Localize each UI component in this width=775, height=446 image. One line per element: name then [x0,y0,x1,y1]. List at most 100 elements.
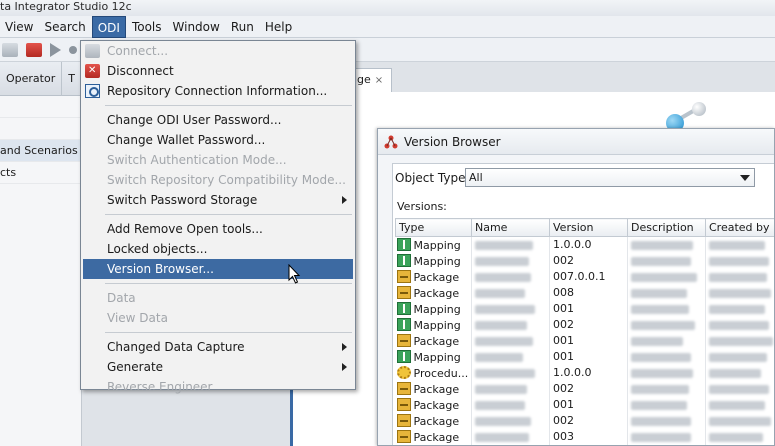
menu-separator [105,283,352,284]
menu-item-add-remove-open-tools[interactable]: Add Remove Open tools... [81,219,355,239]
table-row[interactable]: Package 003 [395,428,774,445]
table-row[interactable]: Mapping 001 [395,300,774,317]
cell-version: 002 [549,252,628,269]
menu-item-view-data: View Data [81,308,355,328]
object-type-value: All [469,171,483,184]
menu-item-label: View Data [107,311,168,325]
window-title: ta Integrator Studio 12c [0,0,132,13]
object-type-select[interactable]: All [465,168,755,187]
connect-toolbar-icon[interactable] [2,42,18,57]
version-value: 001 [553,350,574,363]
disconnect-toolbar-icon[interactable] [26,42,42,57]
table-row[interactable]: Mapping 001 [395,348,774,365]
navigator-tabs: Operator T [0,61,82,96]
navigator-row-load-plans[interactable]: and Scenarios [0,140,81,162]
menu-item-switch-authentication-mode: Switch Authentication Mode... [81,150,355,170]
column-created-by[interactable]: Created by [705,218,774,237]
navigator-row[interactable] [0,118,81,140]
version-value: 1.0.0.0 [553,366,592,379]
table-row[interactable]: Mapping 1.0.0.0 [395,236,774,253]
table-row[interactable]: Mapping 002 [395,316,774,333]
menu-item-label: Switch Repository Compatibility Mode... [107,173,346,187]
cell-name [471,364,550,381]
version-value: 001 [553,398,574,411]
menu-item-changed-data-capture[interactable]: Changed Data Capture [81,337,355,357]
redacted-description [631,320,695,330]
table-row[interactable]: Package 007.0.0.1 [395,268,774,285]
menu-item-change-odi-user-password[interactable]: Change ODI User Password... [81,110,355,130]
run-icon[interactable] [50,42,61,57]
mapping-icon [396,317,411,331]
menu-item-generate[interactable]: Generate [81,357,355,377]
cell-version: 003 [549,428,628,445]
menu-item-label: Change ODI User Password... [107,113,282,127]
redacted-author [709,272,767,282]
cell-created-by [705,316,774,333]
cell-description [627,348,706,365]
cell-created-by [705,348,774,365]
document-tab[interactable]: ge × [352,68,392,92]
column-type[interactable]: Type [395,218,472,237]
cell-description [627,316,706,333]
redacted-description [631,272,697,282]
dialog-body: Object Type: All Versions: Type Name Ver… [392,163,774,445]
cell-version: 002 [549,380,628,397]
column-description[interactable]: Description [627,218,706,237]
menu-odi[interactable]: ODI [91,15,126,38]
table-row[interactable]: Procedu... 1.0.0.0 [395,364,774,381]
menu-item-repository-connection-information[interactable]: Repository Connection Information... [81,81,355,101]
menu-item-label: Switch Password Storage [107,193,258,207]
mapping-icon [396,349,411,363]
column-name[interactable]: Name [471,218,550,237]
cell-type: Package [395,428,472,445]
close-tab-icon[interactable]: × [375,75,383,86]
menu-item-version-browser[interactable]: Version Browser... [83,259,353,279]
table-row[interactable]: Package 002 [395,412,774,429]
navigator-row[interactable] [0,96,81,118]
version-value: 003 [553,430,574,443]
cell-created-by [705,284,774,301]
navigator-row-objects[interactable]: cts [0,162,81,184]
cell-type: Mapping [395,348,472,365]
menu-view[interactable]: View [0,16,38,38]
menu-item-change-wallet-password[interactable]: Change Wallet Password... [81,130,355,150]
tab-operator[interactable]: Operator [0,61,63,96]
menu-window[interactable]: Window [168,16,225,38]
table-row[interactable]: Mapping 002 [395,252,774,269]
cell-description [627,236,706,253]
redacted-name [475,272,531,282]
type-label: Package [413,398,460,412]
redacted-name [475,368,535,378]
mapping-icon [396,237,411,251]
redacted-author [709,288,771,298]
redacted-name [475,336,533,346]
version-value: 002 [553,414,574,427]
menu-item-locked-objects[interactable]: Locked objects... [81,239,355,259]
cell-name [471,236,550,253]
cell-description [627,284,706,301]
chevron-down-icon[interactable] [740,175,750,181]
redacted-author [709,352,767,362]
menu-item-label: Generate [107,360,164,374]
menu-item-switch-repository-compatibility-mode: Switch Repository Compatibility Mode... [81,170,355,190]
table-row[interactable]: Package 001 [395,332,774,349]
redacted-name [475,320,527,330]
dot-icon[interactable] [69,45,77,54]
redacted-description [631,352,691,362]
cell-created-by [705,428,774,445]
menu-help[interactable]: Help [260,16,297,38]
menu-run[interactable]: Run [226,16,259,38]
menu-search[interactable]: Search [39,16,90,38]
cell-name [471,396,550,413]
table-row[interactable]: Package 008 [395,284,774,301]
menu-item-disconnect[interactable]: Disconnect [81,61,355,81]
cell-type: Procedu... [395,364,472,381]
versions-table: Type Name Version Description Created by… [395,218,774,445]
menu-tools[interactable]: Tools [127,16,167,38]
table-row[interactable]: Package 001 [395,396,774,413]
cell-version: 001 [549,348,628,365]
menu-item-switch-password-storage[interactable]: Switch Password Storage [81,190,355,210]
table-row[interactable]: Package 002 [395,380,774,397]
column-version[interactable]: Version [549,218,628,237]
menu-item-label: Add Remove Open tools... [107,222,263,236]
